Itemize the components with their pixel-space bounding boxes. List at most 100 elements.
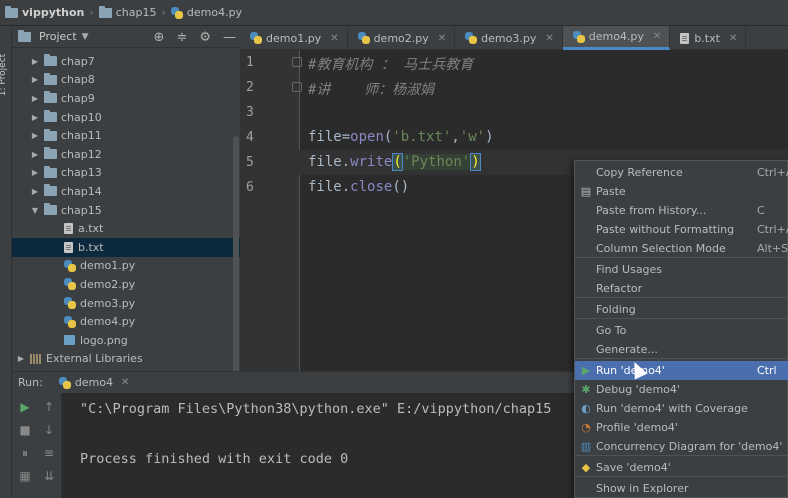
- close-icon[interactable]: ✕: [330, 33, 338, 44]
- fold-marker-icon[interactable]: [292, 57, 302, 67]
- tree-item-chap10[interactable]: ▶ chap10: [12, 108, 240, 127]
- tree-item-chap9[interactable]: ▶ chap9: [12, 89, 240, 108]
- tab-demo3-py[interactable]: demo3.py ✕: [455, 26, 563, 50]
- line-number: 6: [246, 180, 254, 195]
- concurrency-icon: ▥: [580, 439, 592, 453]
- folder-icon: [44, 128, 57, 141]
- tab-label: b.txt: [694, 31, 720, 45]
- close-icon[interactable]: ✕: [729, 33, 737, 44]
- tab-demo2-py[interactable]: demo2.py ✕: [348, 26, 456, 50]
- python-file-icon: [64, 278, 76, 291]
- menu-item-profile-demo4[interactable]: ◔ Profile 'demo4': [575, 418, 788, 437]
- tree-item-chap14[interactable]: ▶ chap14: [12, 182, 240, 201]
- tree-item-demo1-py[interactable]: demo1.py: [12, 257, 240, 276]
- editor-tab-bar: demo1.py ✕ demo2.py ✕ demo3.py ✕ demo4.py ✕ b.tx…: [240, 26, 788, 50]
- matched-bracket: (: [392, 153, 403, 171]
- menu-item-concurrency-diagram-for-demo4[interactable]: ▥ Concurrency Diagram for 'demo4': [575, 437, 788, 456]
- tree-item-b-txt[interactable]: b.txt: [12, 237, 240, 257]
- pause-icon[interactable]: ⏸: [18, 446, 32, 460]
- string-literal: 'b.txt': [392, 129, 452, 145]
- tree-item-demo3-py[interactable]: demo3.py: [12, 294, 240, 313]
- tree-item-chap15[interactable]: ▼ chap15: [12, 201, 240, 220]
- menu-item-run-demo4-with-coverage[interactable]: ◐ Run 'demo4' with Coverage: [575, 399, 788, 418]
- close-icon[interactable]: ✕: [545, 33, 553, 44]
- tree-item-demo4-py[interactable]: demo4.py: [12, 312, 240, 331]
- project-panel: Project ▼ ⊕ ≑ ⚙ — ▶ chap7 ▶ chap8 ▶ chap9 ▶ cha…: [12, 26, 240, 376]
- menu-item-show-in-explorer[interactable]: Show in Explorer: [575, 479, 788, 498]
- code-line-2: #讲 师：杨淑娟: [308, 79, 434, 99]
- chevron-right-icon[interactable]: ▶: [30, 94, 40, 103]
- scroll-to-end-icon[interactable]: ⇊: [42, 469, 56, 483]
- tree-item-logo-png[interactable]: logo.png: [12, 331, 240, 350]
- menu-item-paste[interactable]: ▤ Paste: [575, 182, 788, 201]
- menu-item-save-demo4[interactable]: ◆ Save 'demo4': [575, 458, 788, 477]
- breadcrumb-project[interactable]: vippython: [2, 0, 87, 26]
- menu-item-generate[interactable]: Generate...: [575, 340, 788, 359]
- arrow-up-icon[interactable]: ↑: [42, 400, 56, 414]
- menu-item-label: Save 'demo4': [596, 461, 671, 474]
- tree-item-chap13[interactable]: ▶ chap13: [12, 164, 240, 183]
- tree-item-label: chap7: [61, 54, 95, 68]
- layout-icon[interactable]: ▦: [18, 469, 32, 483]
- code-token: close: [350, 179, 393, 195]
- run-tab-demo4[interactable]: demo4 ✕: [58, 376, 129, 389]
- stop-icon[interactable]: ■: [18, 423, 32, 437]
- chevron-right-icon[interactable]: ▶: [16, 354, 26, 363]
- string-literal: 'Python': [402, 154, 471, 170]
- menu-item-label: Folding: [596, 303, 636, 316]
- menu-item-refactor[interactable]: Refactor: [575, 279, 788, 298]
- breadcrumb-file[interactable]: demo4.py: [168, 0, 245, 26]
- fold-marker-icon[interactable]: [292, 82, 302, 92]
- rerun-icon[interactable]: ▶: [18, 400, 32, 414]
- soft-wrap-icon[interactable]: ≡: [42, 446, 56, 460]
- menu-item-go-to[interactable]: Go To: [575, 321, 788, 340]
- breadcrumb-separator: ›: [161, 6, 166, 19]
- tree-item-chap7[interactable]: ▶ chap7: [12, 52, 240, 71]
- tree-item-demo2-py[interactable]: demo2.py: [12, 275, 240, 294]
- tab-b-txt[interactable]: b.txt ✕: [670, 26, 747, 50]
- menu-item-run-demo4[interactable]: ▶ Run 'demo4' Ctrl: [575, 361, 788, 380]
- chevron-right-icon[interactable]: ▶: [30, 131, 40, 140]
- menu-item-find-usages[interactable]: Find Usages: [575, 260, 788, 279]
- tree-item-chap8[interactable]: ▶ chap8: [12, 71, 240, 90]
- code-line-1: #教育机构 ： 马士兵教育: [308, 54, 473, 74]
- close-icon[interactable]: ✕: [653, 31, 661, 42]
- chevron-down-icon[interactable]: ▼: [82, 32, 89, 42]
- line-number: 4: [246, 130, 254, 145]
- chevron-right-icon[interactable]: ▶: [30, 168, 40, 177]
- tab-demo1-py[interactable]: demo1.py ✕: [240, 26, 348, 50]
- project-scrollbar[interactable]: [233, 136, 239, 376]
- menu-item-debug-demo4[interactable]: ✱ Debug 'demo4': [575, 380, 788, 399]
- chevron-right-icon[interactable]: ▶: [30, 187, 40, 196]
- breadcrumb-folder[interactable]: chap15: [96, 0, 160, 26]
- tree-item-chap12[interactable]: ▶ chap12: [12, 145, 240, 164]
- text-file-icon: [64, 241, 73, 253]
- tab-demo4-py[interactable]: demo4.py ✕: [562, 26, 671, 50]
- chevron-right-icon[interactable]: ▶: [30, 57, 40, 66]
- menu-item-paste-without-formatting[interactable]: Paste without Formatting Ctrl+A: [575, 220, 788, 239]
- hide-panel-icon[interactable]: —: [223, 30, 236, 45]
- menu-item-folding[interactable]: Folding: [575, 300, 788, 319]
- collapse-all-icon[interactable]: ≑: [176, 30, 187, 45]
- chevron-down-icon[interactable]: ▼: [30, 206, 40, 215]
- menu-item-paste-from-history[interactable]: Paste from History... C: [575, 201, 788, 220]
- chevron-right-icon[interactable]: ▶: [30, 150, 40, 159]
- project-tool-button[interactable]: 1: Project: [0, 54, 8, 96]
- project-view-selector[interactable]: Project: [39, 30, 77, 43]
- close-icon[interactable]: ✕: [121, 377, 129, 388]
- locate-file-icon[interactable]: ⊕: [154, 30, 165, 45]
- chevron-right-icon[interactable]: ▶: [30, 75, 40, 84]
- gear-icon[interactable]: ⚙: [199, 30, 211, 45]
- menu-item-copy-reference[interactable]: Copy Reference Ctrl+A: [575, 163, 788, 182]
- project-view-icon: [18, 29, 31, 42]
- chevron-right-icon[interactable]: ▶: [30, 113, 40, 122]
- tree-item-chap11[interactable]: ▶ chap11: [12, 126, 240, 145]
- menu-item-column-selection-mode[interactable]: Column Selection Mode Alt+S: [575, 239, 788, 258]
- menu-item-label: Go To: [596, 324, 627, 337]
- arrow-down-icon[interactable]: ↓: [42, 423, 56, 437]
- close-icon[interactable]: ✕: [438, 33, 446, 44]
- tree-item-a-txt[interactable]: a.txt: [12, 219, 240, 238]
- tree-item-external-libraries[interactable]: ▶ External Libraries: [12, 350, 240, 369]
- folder-icon: [98, 5, 112, 18]
- code-line-5: file.write('Python'): [308, 153, 481, 171]
